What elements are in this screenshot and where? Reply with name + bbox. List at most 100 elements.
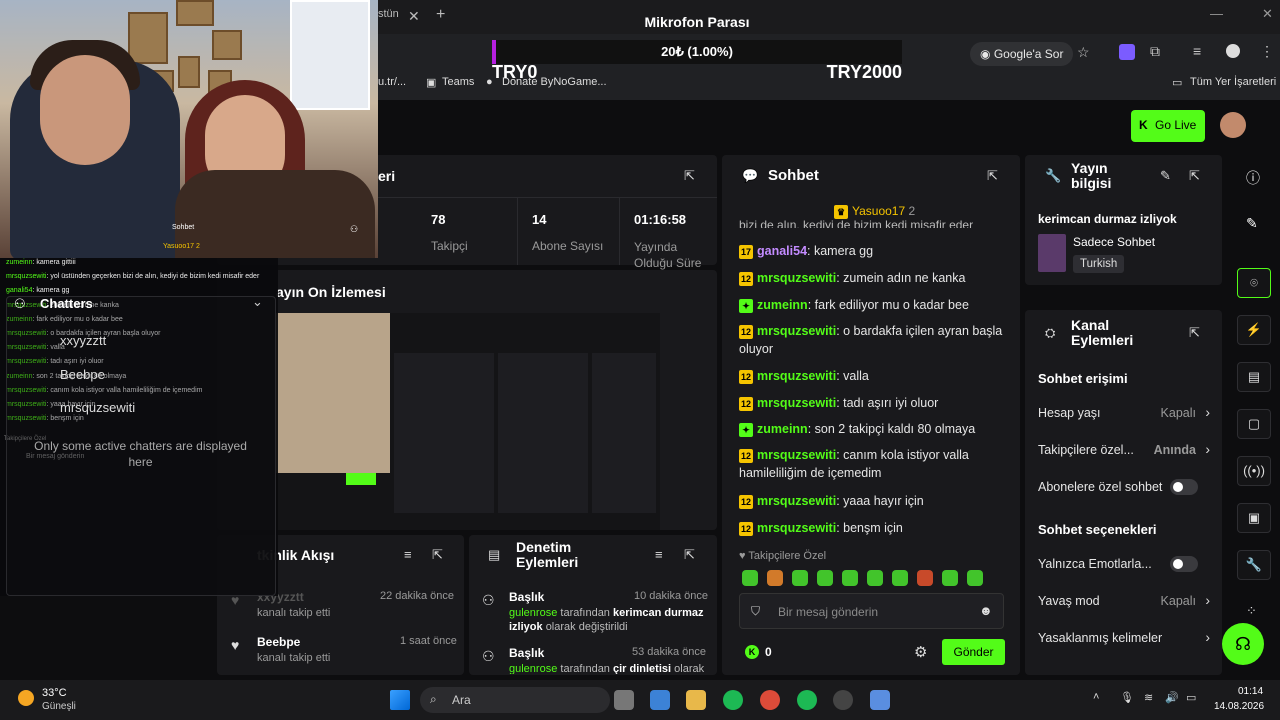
popout-icon[interactable]: ⇱	[432, 547, 443, 563]
obs-icon[interactable]	[833, 690, 853, 710]
chat-username[interactable]: ganali54	[757, 244, 807, 258]
chevron-right-icon: ›	[1205, 441, 1210, 457]
stats-title-fragment: eri	[378, 168, 396, 184]
category-name[interactable]: Sadece Sohbet	[1073, 235, 1155, 249]
slow-mode-row[interactable]: Yavaş mod Kapalı ›	[1038, 592, 1210, 608]
chat-text: : fark ediliyor mu o kadar bee	[807, 298, 969, 312]
window-close-icon[interactable]: ✕	[1262, 6, 1273, 22]
followers-only-row[interactable]: Takipçilere özel... Anında ›	[1038, 441, 1210, 457]
chatter-name[interactable]: xxyyzztt	[60, 333, 106, 348]
camera-icon[interactable]: ⌾	[1237, 268, 1271, 298]
chat-username[interactable]: mrsquzsewiti	[757, 271, 836, 285]
filter-icon[interactable]: ≡	[655, 547, 663, 562]
chat-username[interactable]: mrsquzsewiti	[757, 369, 836, 383]
subscribers-only-row[interactable]: Abonelere özel sohbet	[1038, 479, 1210, 495]
speaker-icon[interactable]: 🔊	[1165, 691, 1179, 704]
stream-preview[interactable]	[276, 313, 660, 530]
chat-username[interactable]: mrsquzsewiti	[757, 396, 836, 410]
chat-message-input[interactable]: Bir mesaj gönderin	[739, 593, 1004, 629]
overlay-text: : yol üstünden geçerken bizi de alın, ke…	[46, 273, 260, 281]
emote-bar[interactable]	[742, 570, 1012, 591]
emote-only-toggle[interactable]	[1170, 556, 1198, 572]
popout-icon[interactable]: ⇱	[684, 168, 695, 184]
filter-icon[interactable]: ≡	[404, 547, 412, 562]
bookmark-item[interactable]: Teams	[442, 76, 474, 88]
minimize-icon[interactable]: —	[1210, 6, 1223, 21]
goal-max: TRY2000	[826, 62, 902, 82]
support-icon[interactable]: ☊	[1222, 623, 1264, 665]
user-avatar[interactable]	[1220, 112, 1246, 138]
sub-badge-icon: 12	[739, 396, 753, 411]
nodes-icon[interactable]: ⁘	[1246, 603, 1257, 619]
media-icon[interactable]: ≡	[1193, 43, 1201, 59]
wifi-icon[interactable]: ≋	[1144, 691, 1153, 704]
info-icon[interactable]: ⓘ	[1246, 168, 1260, 188]
popout-icon[interactable]: ⇱	[987, 168, 998, 184]
menu-icon[interactable]: ⋮	[1260, 43, 1274, 60]
send-button[interactable]: Gönder	[942, 639, 1005, 665]
stream-info-title: Yayın bilgisi	[1071, 160, 1112, 191]
chat-username[interactable]: mrsquzsewiti	[757, 448, 836, 462]
mic-icon[interactable]: 🎙	[1120, 691, 1134, 704]
chat-text: : yaaa hayır için	[836, 494, 924, 508]
bookmark-item[interactable]: u.tr/...	[378, 76, 406, 88]
kick-points-count: 0	[765, 645, 772, 659]
tools-icon[interactable]: 🔧	[1237, 550, 1271, 580]
weather-temp[interactable]: 33°C	[42, 687, 67, 699]
popout-icon[interactable]: ⇱	[1189, 325, 1200, 341]
tab-close-icon[interactable]: ✕	[408, 8, 420, 25]
edit-icon[interactable]: ✎	[1246, 215, 1258, 232]
overlay-text: : kamera gg	[32, 287, 70, 295]
user-edit-icon: ⚇	[482, 592, 495, 608]
taskbar-search[interactable]: ⌕ Ara	[420, 687, 610, 713]
sub-badge-icon: 12	[739, 448, 753, 463]
chat-username[interactable]: mrsquzsewiti	[757, 324, 836, 338]
bookmark-star-icon[interactable]: ☆	[1077, 44, 1090, 61]
chevron-down-icon[interactable]: ⌄	[252, 294, 263, 310]
profile-icon[interactable]	[1226, 44, 1240, 58]
subscribers-only-toggle[interactable]	[1170, 479, 1198, 495]
new-tab-icon[interactable]: +	[436, 6, 445, 24]
battery-icon[interactable]: ▭	[1186, 691, 1196, 704]
chat-username[interactable]: zumeinn	[757, 298, 808, 312]
windows-start-icon[interactable]	[390, 690, 410, 710]
chat-username[interactable]: zumeinn	[757, 422, 808, 436]
store-icon[interactable]	[650, 690, 670, 710]
popout-icon[interactable]: ⇱	[1189, 168, 1200, 184]
chatter-name[interactable]: mrsquzsewiti	[60, 400, 135, 415]
task-view-icon[interactable]	[614, 690, 634, 710]
category-thumbnail	[1038, 234, 1066, 272]
chrome-icon[interactable]	[760, 690, 780, 710]
popout-icon[interactable]: ⇱	[684, 547, 695, 563]
all-bookmarks[interactable]: Tüm Yer İşaretleri	[1190, 76, 1276, 88]
spotify-icon[interactable]	[797, 690, 817, 710]
emoji-icon[interactable]: ☻	[979, 603, 993, 618]
clock-time[interactable]: 01:14	[1238, 686, 1263, 697]
go-live-button[interactable]: K Go Live	[1131, 110, 1205, 142]
ask-google-button[interactable]: ◉ Google'a Sor	[970, 42, 1074, 66]
sun-icon	[18, 690, 34, 706]
tab-title-fragment[interactable]: stün	[378, 8, 399, 20]
chatter-name[interactable]: Beebpe	[60, 367, 105, 382]
broadcast-icon[interactable]: ((•))	[1237, 456, 1271, 486]
banned-words-row[interactable]: Yasaklanmış kelimeler ›	[1038, 629, 1210, 645]
clock-date[interactable]: 14.08.2026	[1214, 701, 1264, 712]
app-icon[interactable]	[870, 690, 890, 710]
lightning-icon[interactable]: ⚡	[1237, 315, 1271, 345]
account-age-row[interactable]: Hesap yaşı Kapalı ›	[1038, 404, 1210, 420]
heart-icon: ♥	[231, 637, 240, 653]
chat-username[interactable]: mrsquzsewiti	[757, 521, 836, 535]
extensions-icon[interactable]: ⧉	[1150, 43, 1160, 60]
chat-icon[interactable]: ▢	[1237, 409, 1271, 439]
chat-username[interactable]: mrsquzsewiti	[757, 494, 836, 508]
chevron-up-icon[interactable]: ˄	[1093, 691, 1099, 703]
edit-icon[interactable]: ✎	[1160, 168, 1171, 184]
explorer-icon[interactable]	[686, 690, 706, 710]
twitch-extension-icon[interactable]	[1119, 44, 1135, 60]
notes-icon[interactable]: ▤	[1237, 362, 1271, 392]
emote-only-row[interactable]: Yalnızca Emotlarla...	[1038, 556, 1210, 572]
layout-icon[interactable]: ▣	[1237, 503, 1271, 533]
spotify-icon[interactable]	[723, 690, 743, 710]
divider	[378, 197, 717, 198]
chat-settings-icon[interactable]: ⚙	[914, 643, 927, 661]
